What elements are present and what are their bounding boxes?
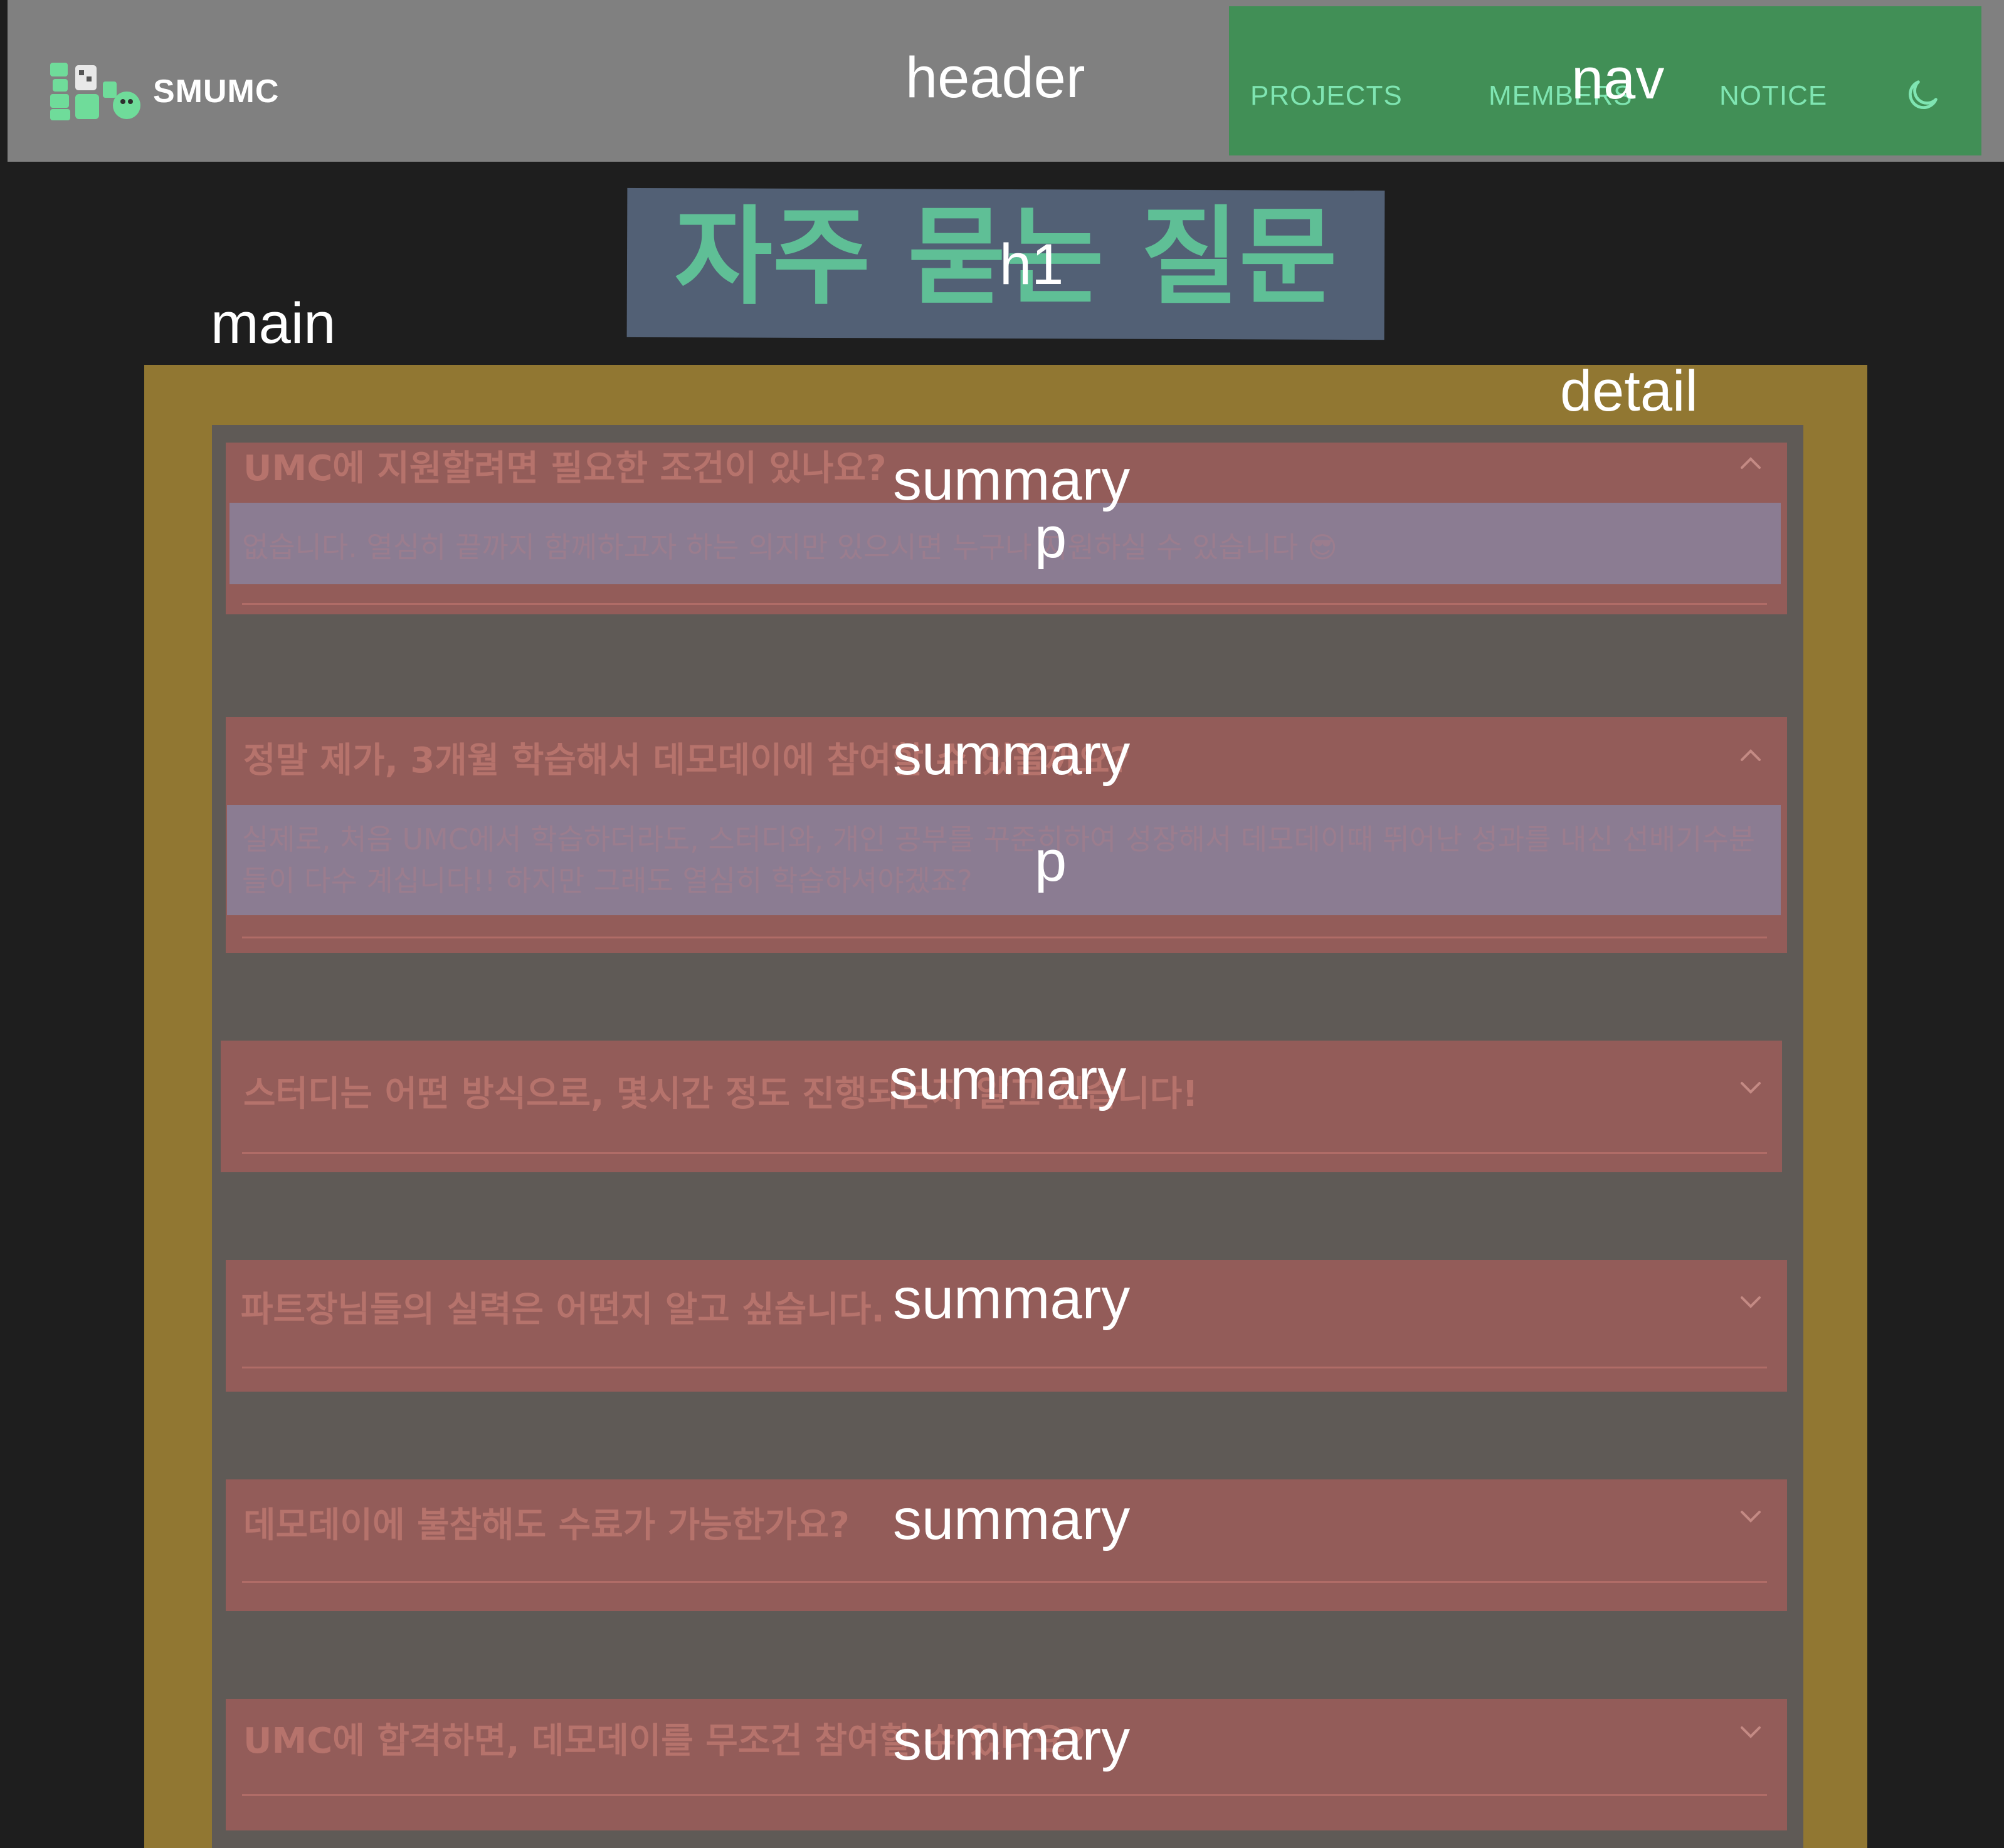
chevron-up-icon[interactable]	[1737, 746, 1764, 764]
chevron-down-icon[interactable]	[1737, 1723, 1764, 1740]
faq-question-6[interactable]: UMC에 합격하면, 데모데이를 무조건 참여할 수 있나요?	[243, 1713, 1085, 1763]
moon-icon[interactable]	[1902, 75, 1943, 115]
nav-notice[interactable]: NOTICE	[1719, 80, 1827, 112]
faq-question-3[interactable]: 스터디는 어떤 방식으로, 몇시간 정도 진행되는지 알고 싶습니다!	[243, 1066, 1198, 1116]
faq-divider-1	[242, 603, 1767, 605]
faq-answer-2: 실제로, 처음 UMC에서 학습하더라도, 스터디와, 개인 공부를 꾸준히하여…	[242, 822, 1756, 898]
faq-answer-1: 없습니다. 열심히 끝까지 함께하고자 하는 의지만 있으시면 누구나 지원하실…	[242, 530, 1337, 564]
faq-divider-6	[242, 1794, 1767, 1796]
faq-question-2[interactable]: 정말 제가, 3개월 학습해서 데모데이에 참여할 수 있을까요?	[243, 732, 1130, 783]
faq-question-1[interactable]: UMC에 지원할려면 필요한 조건이 있나요?	[243, 440, 887, 491]
brand-name[interactable]: SMUMC	[153, 73, 279, 110]
header: SMUMC PROJECTS MEMBERS NOTICE	[8, 0, 2004, 162]
chevron-down-icon[interactable]	[1737, 1078, 1764, 1096]
smumc-logo[interactable]	[50, 60, 142, 123]
main-annotation-label: main	[211, 291, 336, 355]
chevron-down-icon[interactable]	[1737, 1293, 1764, 1310]
chevron-down-icon[interactable]	[1737, 1507, 1764, 1525]
faq-question-4[interactable]: 파트장님들의 실력은 어떤지 알고 싶습니다.	[241, 1281, 885, 1332]
nav-members[interactable]: MEMBERS	[1489, 80, 1632, 112]
faq-question-5[interactable]: 데모데이에 불참해도 수료가 가능한가요?	[243, 1497, 850, 1548]
nav-projects[interactable]: PROJECTS	[1250, 80, 1403, 112]
page-title: 자주 묻는 질문	[674, 196, 1337, 320]
faq-divider-5	[242, 1581, 1767, 1583]
faq-divider-2	[242, 937, 1767, 938]
faq-divider-4	[242, 1367, 1767, 1368]
chevron-up-icon[interactable]	[1737, 454, 1764, 471]
nav: PROJECTS MEMBERS NOTICE	[1229, 6, 1981, 155]
faq-divider-3	[242, 1152, 1767, 1154]
